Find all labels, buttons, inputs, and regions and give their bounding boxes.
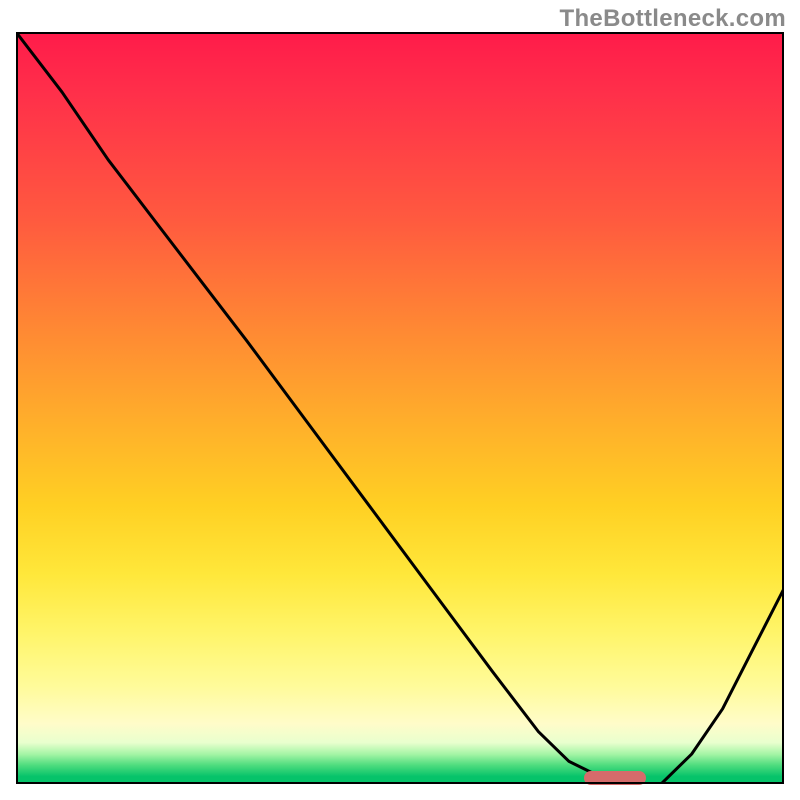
chart-container: TheBottleneck.com — [0, 0, 800, 800]
bottleneck-curve — [16, 32, 784, 784]
optimal-marker — [584, 771, 645, 785]
watermark-text: TheBottleneck.com — [560, 5, 786, 33]
plot-area — [16, 32, 784, 784]
